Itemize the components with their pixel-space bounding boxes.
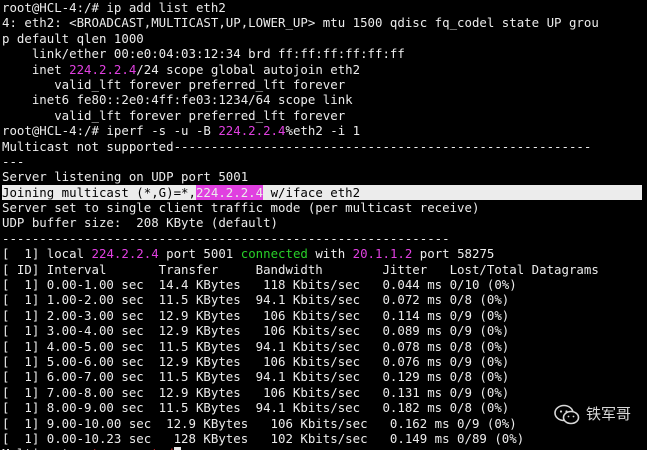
terminal-text: [ 1] 9.00-10.00 sec 12.9 KBytes 106 Kbit… — [2, 415, 517, 431]
terminal-line: [ 1] 3.00-4.00 sec 12.9 KBytes 106 Kbits… — [2, 323, 647, 338]
terminal-line: link/ether 00:e0:04:03:12:34 brd ff:ff:f… — [2, 46, 647, 61]
terminal-text: --- — [2, 153, 25, 169]
terminal-text: with — [307, 246, 353, 262]
terminal-line: [ 1] 1.00-2.00 sec 11.5 KBytes 94.1 Kbit… — [2, 292, 647, 307]
terminal-text: connected — [240, 246, 308, 262]
terminal-text: /24 scope global autojoin eth2 — [136, 61, 361, 77]
terminal-text: [ 1] 3.00-4.00 sec 12.9 KBytes 106 Kbits… — [2, 323, 510, 339]
terminal-line: --- — [2, 154, 647, 169]
terminal-text: [ 1] 1.00-2.00 sec 11.5 KBytes 94.1 Kbit… — [2, 292, 510, 308]
terminal-text: ----------------------------------------… — [2, 230, 450, 246]
terminal-text: 224.2.2.4 — [69, 61, 137, 77]
terminal-text: [ 1] local — [2, 246, 92, 262]
terminal-line: root@HCL-4:/# iperf -s -u -B 224.2.2.4%e… — [2, 123, 647, 138]
terminal-line: [ 1] 7.00-8.00 sec 12.9 KBytes 106 Kbits… — [2, 385, 647, 400]
terminal-line-selected: Joining multicast (*,G)=*,224.2.2.4 w/if… — [2, 184, 642, 201]
terminal-text: valid_lft forever preferred_lft forever — [2, 107, 346, 123]
terminal-line: Server listening on UDP port 5001 — [2, 169, 647, 184]
terminal-line: [ 1] 9.00-10.00 sec 12.9 KBytes 106 Kbit… — [2, 416, 647, 431]
terminal-text: [ 1] 6.00-7.00 sec 11.5 KBytes 94.1 Kbit… — [2, 369, 510, 385]
terminal-text: valid_lft forever preferred_lft forever — [2, 76, 346, 92]
terminal-text: w/iface eth2 — [263, 184, 361, 200]
terminal-line: [ 1] 4.00-5.00 sec 11.5 KBytes 94.1 Kbit… — [2, 339, 647, 354]
terminal-text: %eth2 -i 1 — [285, 123, 361, 139]
terminal-line: [ 1] 5.00-6.00 sec 12.9 KBytes 106 Kbits… — [2, 354, 647, 369]
terminal-text: root@HCL-4:/# iperf -s -u -B — [2, 123, 219, 139]
terminal-text: [ 1] 0.00-1.00 sec 14.4 KBytes 118 Kbits… — [2, 277, 517, 293]
terminal-line: [ 1] local 224.2.2.4 port 5001 connected… — [2, 246, 647, 261]
terminal-output: root@HCL-4:/# ip add list eth2 4: eth2: <… — [2, 0, 647, 450]
terminal-line: [ ID] Interval Transfer Bandwidth Jitter… — [2, 262, 647, 277]
terminal-text: 224.2.2.4 — [91, 246, 159, 262]
terminal-line: Multicast not supported — [2, 446, 647, 450]
terminal-text: [ 1] 5.00-6.00 sec 12.9 KBytes 106 Kbits… — [2, 353, 510, 369]
terminal-text: 4: eth2: <BROADCAST,MULTICAST,UP,LOWER_U… — [2, 15, 599, 31]
terminal-text: Multicast not supported-----------------… — [2, 138, 592, 154]
terminal-text: 20.1.1.2 — [352, 246, 413, 262]
terminal-text: [ 1] 4.00-5.00 sec 11.5 KBytes 94.1 Kbit… — [2, 338, 510, 354]
terminal-text: root@HCL-4:/# ip add list eth2 — [2, 0, 226, 15]
terminal-text: [ ID] Interval Transfer Bandwidth Jitter… — [2, 261, 599, 277]
watermark: 铁军哥 — [554, 404, 631, 426]
terminal-text: 224.2.2.4 — [218, 123, 286, 139]
terminal-text: p default qlen 1000 — [2, 30, 144, 46]
terminal-text: UDP buffer size: 208 KByte (default) — [2, 215, 279, 231]
terminal-line: p default qlen 1000 — [2, 31, 647, 46]
terminal-text: port 5001 — [158, 246, 241, 262]
terminal-text: [ 1] 8.00-9.00 sec 11.5 KBytes 94.1 Kbit… — [2, 400, 510, 416]
terminal-text: Server listening on UDP port 5001 — [2, 169, 249, 185]
terminal-line: valid_lft forever preferred_lft forever — [2, 77, 647, 92]
terminal-text: [ 1] 0.00-10.23 sec 128 KBytes 102 Kbits… — [2, 430, 525, 446]
terminal-line: [ 1] 8.00-9.00 sec 11.5 KBytes 94.1 Kbit… — [2, 400, 647, 415]
terminal-window[interactable]: root@HCL-4:/# ip add list eth2 4: eth2: <… — [0, 0, 647, 450]
terminal-line: 4: eth2: <BROADCAST,MULTICAST,UP,LOWER_U… — [2, 15, 647, 30]
terminal-line: inet 224.2.2.4/24 scope global autojoin … — [2, 62, 647, 77]
terminal-text: not supported — [77, 446, 174, 450]
terminal-line: inet6 fe80::2e0:4ff:fe03:1234/64 scope l… — [2, 92, 647, 107]
terminal-text: inet6 fe80::2e0:4ff:fe03:1234/64 scope l… — [2, 92, 353, 108]
terminal-text: 224.2.2.4 — [195, 184, 264, 200]
terminal-line: [ 1] 2.00-3.00 sec 12.9 KBytes 106 Kbits… — [2, 308, 647, 323]
terminal-text: inet — [2, 61, 70, 77]
wechat-icon — [554, 404, 580, 425]
terminal-text: port 58275 — [412, 246, 495, 262]
terminal-text: link/ether 00:e0:04:03:12:34 brd ff:ff:f… — [2, 46, 405, 62]
terminal-line: root@HCL-4:/# ip add list eth2 — [2, 0, 647, 15]
terminal-line: [ 1] 6.00-7.00 sec 11.5 KBytes 94.1 Kbit… — [2, 369, 647, 384]
terminal-text: [ 1] 7.00-8.00 sec 12.9 KBytes 106 Kbits… — [2, 384, 510, 400]
terminal-line: Server set to single client traffic mode… — [2, 200, 647, 215]
terminal-text: [ 1] 2.00-3.00 sec 12.9 KBytes 106 Kbits… — [2, 307, 510, 323]
terminal-text: Multicast — [2, 446, 77, 450]
terminal-line: [ 1] 0.00-1.00 sec 14.4 KBytes 118 Kbits… — [2, 277, 647, 292]
terminal-line: [ 1] 0.00-10.23 sec 128 KBytes 102 Kbits… — [2, 431, 647, 446]
terminal-line: valid_lft forever preferred_lft forever — [2, 108, 647, 123]
terminal-line: Multicast not supported-----------------… — [2, 139, 647, 154]
watermark-text: 铁军哥 — [585, 405, 631, 424]
terminal-line: ----------------------------------------… — [2, 231, 647, 246]
terminal-text: Joining multicast (*,G)=*, — [2, 184, 196, 200]
terminal-text: Server set to single client traffic mode… — [2, 200, 480, 216]
terminal-line: UDP buffer size: 208 KByte (default) — [2, 215, 647, 230]
